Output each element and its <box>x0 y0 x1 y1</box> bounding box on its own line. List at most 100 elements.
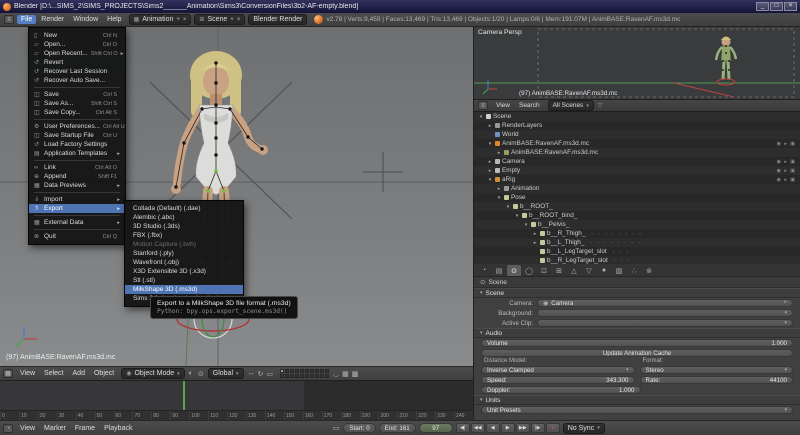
plus-icon[interactable]: + <box>230 17 234 23</box>
header-tool-icon[interactable]: ▦ <box>341 370 350 378</box>
file-menu-item[interactable]: ⚙ User Preferences... Ctrl Alt U <box>29 122 125 131</box>
timeline-menu-item[interactable]: Frame <box>71 424 99 433</box>
file-menu-item[interactable]: ▱ Open Recent... Shift Ctrl O ▸ <box>29 49 125 58</box>
shading-icon[interactable]: ◐ <box>188 370 194 377</box>
export-menu-item[interactable]: Wavefront (.obj) <box>125 258 243 267</box>
file-menu-item[interactable] <box>34 160 120 161</box>
main-menu-item[interactable]: Window <box>69 15 102 24</box>
render-engine-select[interactable]: Blender Render <box>248 14 307 25</box>
layer-cell[interactable] <box>325 374 329 378</box>
viewport-editor-icon[interactable]: ▦ <box>3 369 13 378</box>
file-menu-item[interactable]: ∞ Link Ctrl Alt O <box>29 163 125 172</box>
outliner-row[interactable]: b__R_LegTarget_slot ◦ ◦ ◦ <box>474 256 800 264</box>
layer-cell[interactable] <box>295 369 299 373</box>
layer-cell[interactable] <box>320 374 324 378</box>
expander-icon[interactable]: ▸ <box>487 123 493 129</box>
layer-cell[interactable] <box>325 369 329 373</box>
expander-icon[interactable]: ▾ <box>505 204 511 210</box>
viewport-menu-item[interactable]: Object <box>90 369 118 378</box>
expander-icon[interactable]: ▸ <box>487 168 493 174</box>
playback-button[interactable]: ▶▶ <box>516 423 530 433</box>
screen-layout-select[interactable]: ▦ Animation + × <box>129 14 192 25</box>
timeline-ruler[interactable]: 0102030405060708090100110120130140150160… <box>0 410 473 420</box>
visibility-toggles[interactable]: ◉ ▸ ▣ <box>777 177 796 183</box>
plus-icon[interactable]: + <box>176 17 180 23</box>
main-menu-item[interactable]: Render <box>37 15 68 24</box>
file-menu-item[interactable] <box>34 192 120 193</box>
file-menu-item[interactable]: ◫ Save Ctrl S <box>29 90 125 99</box>
doppler-field[interactable]: Doppler: 1.000 <box>481 386 641 394</box>
filter-icon[interactable]: ▽ <box>598 102 603 109</box>
file-menu-item[interactable] <box>34 215 120 216</box>
file-menu-item[interactable] <box>34 119 120 120</box>
current-frame-field[interactable]: 97 <box>419 423 453 433</box>
file-menu-item[interactable]: ⇑ Export ▸ <box>29 204 125 213</box>
layer-cell[interactable] <box>280 374 284 378</box>
properties-tab[interactable]: ⊙ <box>507 265 521 276</box>
properties-tab[interactable]: ▨ <box>612 265 626 276</box>
layer-cell[interactable] <box>290 374 294 378</box>
window-control-button[interactable]: _ <box>756 2 769 11</box>
outliner-row[interactable]: ▸ Animation <box>474 184 800 193</box>
outliner-row[interactable]: ▸ RenderLayers <box>474 121 800 130</box>
visibility-toggles[interactable]: ◉ ▸ ▣ <box>777 168 796 174</box>
file-menu-item[interactable]: ⊗ Quit Ctrl Q <box>29 232 125 241</box>
file-menu-item[interactable]: ⊕ Append Shift F1 <box>29 172 125 181</box>
camera-select[interactable]: ◉ Camera × <box>537 299 793 307</box>
outliner-row[interactable]: ▸ Empty ◉ ▸ ▣ <box>474 166 800 175</box>
properties-tab[interactable]: ⊡ <box>537 265 551 276</box>
expander-icon[interactable]: ▾ <box>514 213 520 219</box>
outliner-editor-icon[interactable]: ≡ <box>478 101 488 110</box>
expander-icon[interactable]: ▾ <box>478 114 484 120</box>
editor-type-icon[interactable]: ≡ <box>4 15 14 24</box>
export-menu-item[interactable]: Motion Capture (.bvh) <box>125 240 243 249</box>
camera-view-panel[interactable]: Camera Persp (97) AnimBASE:RavenAF.ms3d.… <box>473 27 800 100</box>
properties-tab[interactable]: ▤ <box>492 265 506 276</box>
expander-icon[interactable]: ▾ <box>523 222 529 228</box>
layer-grid[interactable] <box>280 369 329 378</box>
outliner-row[interactable]: ▾ Pose <box>474 193 800 202</box>
export-menu-item[interactable]: Collada (Default) (.dae) <box>125 204 243 213</box>
timeline-menu-item[interactable]: Playback <box>100 424 136 433</box>
outliner-row[interactable]: ▾ AnimBASE:RavenAF.ms3d.mc ◉ ▸ ▣ <box>474 139 800 148</box>
orientation-select[interactable]: Global ▾ <box>208 368 244 379</box>
file-menu-item[interactable]: ◫ Save As... Shift Ctrl S <box>29 99 125 108</box>
export-menu-item[interactable]: Stl (.stl) <box>125 276 243 285</box>
viewport-menu-item[interactable]: View <box>16 369 39 378</box>
mode-select[interactable]: ◉ Object Mode ▾ <box>121 368 184 379</box>
window-control-button[interactable]: × <box>784 2 797 11</box>
timeline-editor[interactable]: 0102030405060708090100110120130140150160… <box>0 380 473 420</box>
playback-button[interactable]: ▶ <box>501 423 515 433</box>
file-menu-item[interactable]: ↺ Recover Last Session <box>29 67 125 76</box>
file-menu-item[interactable]: ▦ External Data ▸ <box>29 218 125 227</box>
properties-tab[interactable]: ◯ <box>522 265 536 276</box>
expander-icon[interactable]: ▸ <box>532 240 538 246</box>
file-menu-item[interactable]: ▤ Application Templates ▸ <box>29 149 125 158</box>
layer-cell[interactable] <box>300 369 304 373</box>
file-menu-item[interactable]: ▦ Data Previews ▸ <box>29 181 125 190</box>
unit-presets-select[interactable]: Unit Presets ▾ <box>481 406 793 414</box>
outliner-row[interactable]: b__L_LegTarget_slot ◦ ◦ ◦ <box>474 247 800 256</box>
timeline-menu-item[interactable]: Marker <box>40 424 70 433</box>
window-control-button[interactable]: □ <box>770 2 783 11</box>
viewport-menu-item[interactable]: Select <box>40 369 67 378</box>
properties-tab[interactable]: ◔ <box>477 265 491 276</box>
background-select[interactable]: ▾ <box>537 309 793 317</box>
file-menu-item[interactable]: ↺ Load Factory Settings <box>29 140 125 149</box>
update-animation-cache-button[interactable]: Update Animation Cache <box>481 349 793 357</box>
distance-model-select[interactable]: Inverse Clamped ▾ <box>481 366 635 374</box>
outliner-row[interactable]: ▸ b__L_Thigh_ ◦ ◦ ◦ ◦ ◦ ◦ ◦ ◦ <box>474 238 800 247</box>
layer-cell[interactable] <box>300 374 304 378</box>
properties-tab[interactable]: ⊞ <box>552 265 566 276</box>
manipulator-icon[interactable]: ▭ <box>265 370 274 378</box>
outliner-menu-item[interactable]: Search <box>515 101 544 110</box>
export-menu-item[interactable]: Alembic (.abc) <box>125 213 243 222</box>
file-menu-item[interactable]: ▯ New Ctrl N <box>29 31 125 40</box>
file-menu-item[interactable] <box>34 87 120 88</box>
main-menu-item[interactable]: Help <box>103 15 125 24</box>
expander-icon[interactable]: ▸ <box>496 150 502 156</box>
timeline-editor-icon[interactable]: ◔ <box>3 424 13 433</box>
expander-icon[interactable]: ▸ <box>532 231 538 237</box>
file-menu-item[interactable]: ▱ Open... Ctrl O <box>29 40 125 49</box>
main-menu-item[interactable]: File <box>17 15 36 24</box>
